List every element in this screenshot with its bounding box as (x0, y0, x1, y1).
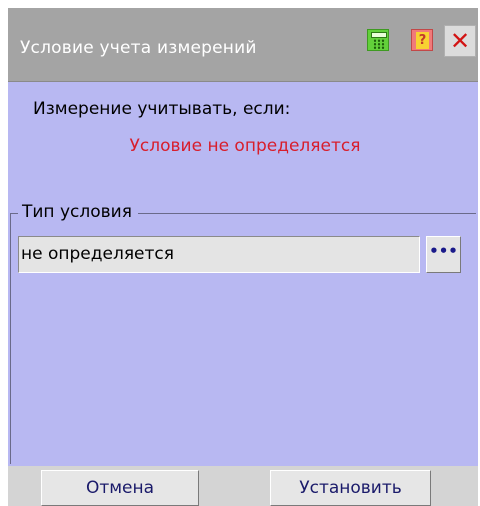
close-button[interactable]: ✕ (444, 25, 476, 57)
calculator-screen-shape (371, 32, 387, 38)
calculator-keys-shape (373, 39, 385, 49)
dialog-window: Условие учета измерений ? ✕ Измерение уч… (0, 0, 480, 506)
close-icon: ✕ (449, 27, 471, 55)
cancel-button[interactable]: Отмена (41, 470, 199, 506)
title-bar: Условие учета измерений (8, 8, 478, 82)
condition-prompt-label: Измерение учитывать, если: (33, 99, 291, 119)
help-icon[interactable]: ? (411, 29, 433, 51)
condition-type-field[interactable]: не определяется (18, 236, 420, 273)
condition-type-group-title: Тип условия (18, 202, 138, 222)
browse-condition-button[interactable]: ••• (426, 236, 461, 273)
window-title: Условие учета измерений (20, 38, 257, 58)
help-question-glyph: ? (416, 32, 429, 49)
calculator-icon[interactable] (367, 29, 389, 51)
condition-status-text: Условие не определяется (129, 136, 361, 156)
apply-button[interactable]: Установить (270, 470, 431, 506)
ellipsis-icon: ••• (429, 242, 458, 260)
